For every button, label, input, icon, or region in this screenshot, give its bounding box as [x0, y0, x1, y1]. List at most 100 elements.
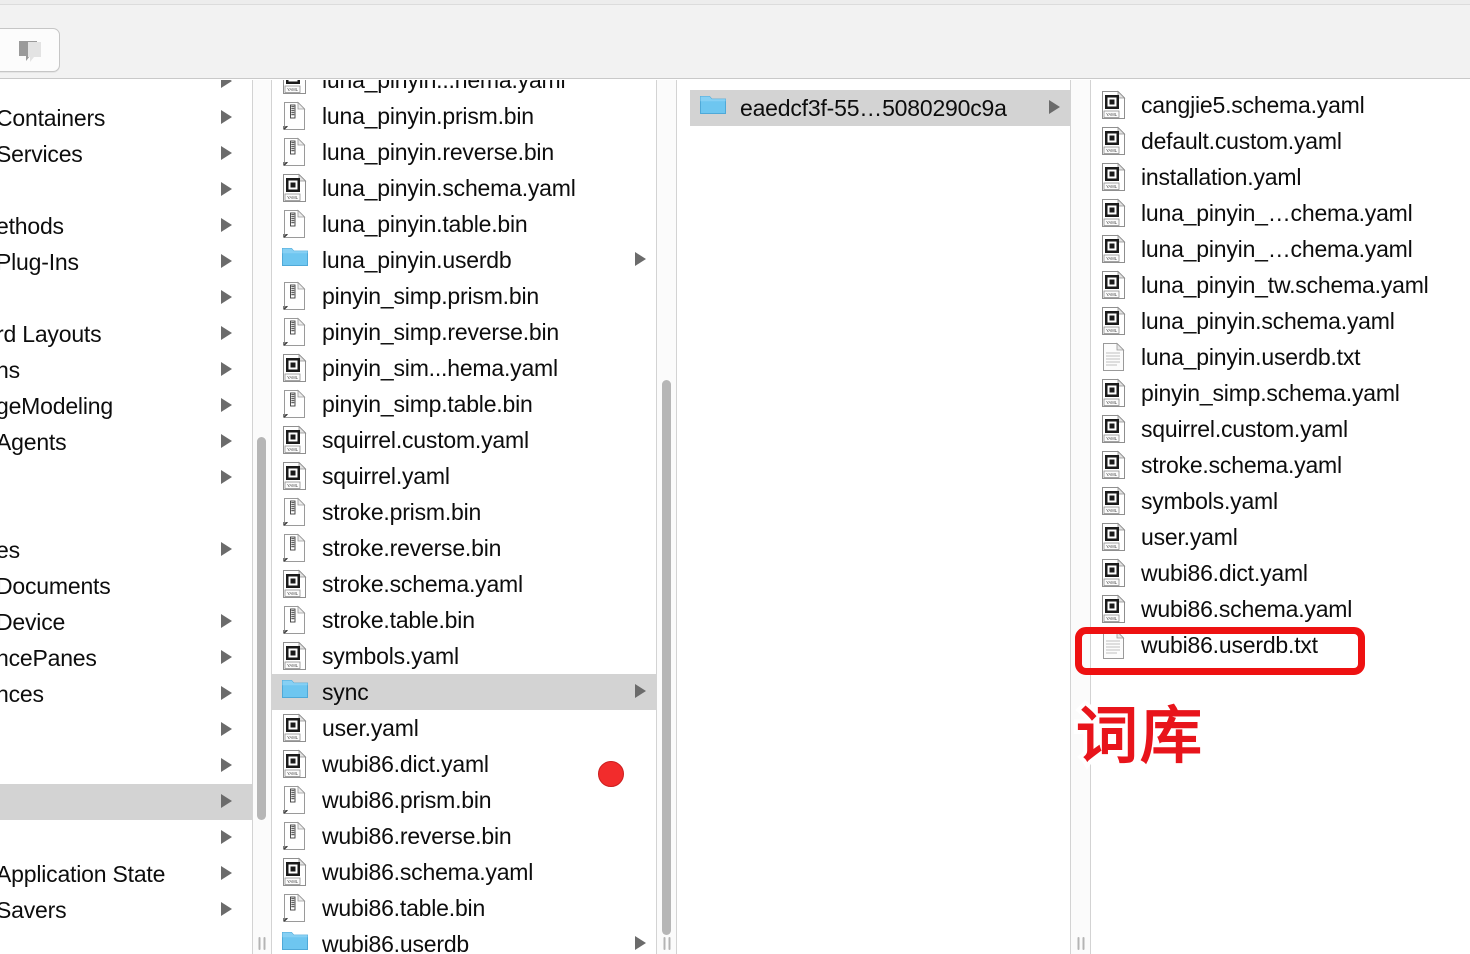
file-row[interactable]: YAML squirrel.custom.yaml: [272, 422, 656, 458]
disclosure-triangle-icon[interactable]: [221, 290, 232, 304]
sidebar-scrollbar-track[interactable]: [255, 80, 268, 954]
column-resize-grip-1[interactable]: [258, 937, 267, 950]
disclosure-triangle-icon[interactable]: [221, 722, 232, 736]
file-row[interactable]: wubi86.prism.bin: [272, 782, 656, 818]
sidebar-item[interactable]: [0, 712, 252, 748]
disclosure-triangle-icon[interactable]: [221, 830, 232, 844]
disclosure-triangle-icon[interactable]: [221, 686, 232, 700]
finder-sidebar-column[interactable]: Containers Services ethods Plug-Ins rd Layo…: [0, 80, 252, 954]
column2-scrollbar-thumb[interactable]: [662, 380, 671, 935]
disclosure-triangle-icon[interactable]: [221, 434, 232, 448]
file-row[interactable]: YAML pinyin_sim...hema.yaml: [272, 350, 656, 386]
disclosure-triangle-icon[interactable]: [221, 254, 232, 268]
sidebar-item[interactable]: [0, 80, 252, 100]
file-row[interactable]: wubi86.userdb: [272, 926, 656, 954]
column-resize-grip-3[interactable]: [1076, 937, 1085, 950]
sidebar-item[interactable]: Containers: [0, 100, 252, 136]
file-row[interactable]: wubi86.table.bin: [272, 890, 656, 926]
file-row[interactable]: eaedcf3f-55…5080290c9a: [690, 90, 1070, 126]
disclosure-triangle-icon[interactable]: [221, 542, 232, 556]
sidebar-item[interactable]: Device: [0, 604, 252, 640]
file-row[interactable]: YAML squirrel.custom.yaml: [1091, 411, 1470, 447]
rime-files-column[interactable]: YAML luna_pinyin...hema.yaml luna_pinyin.p…: [272, 80, 656, 954]
sidebar-item[interactable]: ethods: [0, 208, 252, 244]
file-row[interactable]: stroke.prism.bin: [272, 494, 656, 530]
file-row[interactable]: YAML default.custom.yaml: [1091, 123, 1470, 159]
disclosure-triangle-icon[interactable]: [635, 252, 646, 266]
sidebar-item[interactable]: Plug-Ins: [0, 244, 252, 280]
file-row[interactable]: YAML user.yaml: [1091, 519, 1470, 555]
sidebar-item[interactable]: ncePanes: [0, 640, 252, 676]
file-row[interactable]: wubi86.userdb.txt: [1091, 627, 1470, 663]
sidebar-item[interactable]: [0, 172, 252, 208]
file-row[interactable]: YAML luna_pinyin_tw.schema.yaml: [1091, 267, 1470, 303]
file-row[interactable]: pinyin_simp.table.bin: [272, 386, 656, 422]
disclosure-triangle-icon[interactable]: [221, 794, 232, 808]
sidebar-item[interactable]: rd Layouts: [0, 316, 252, 352]
disclosure-triangle-icon[interactable]: [221, 218, 232, 232]
disclosure-triangle-icon[interactable]: [221, 650, 232, 664]
disclosure-triangle-icon[interactable]: [221, 326, 232, 340]
sidebar-item[interactable]: geModeling: [0, 388, 252, 424]
sidebar-item[interactable]: [0, 748, 252, 784]
file-row[interactable]: luna_pinyin.table.bin: [272, 206, 656, 242]
file-row[interactable]: YAML luna_pinyin_…chema.yaml: [1091, 231, 1470, 267]
sidebar-item[interactable]: ns: [0, 352, 252, 388]
sync-uuid-contents-column[interactable]: YAML cangjie5.schema.yaml YAML default.cust…: [1091, 80, 1470, 954]
file-row[interactable]: YAML symbols.yaml: [1091, 483, 1470, 519]
disclosure-triangle-icon[interactable]: [221, 902, 232, 916]
file-row[interactable]: luna_pinyin.userdb: [272, 242, 656, 278]
file-row[interactable]: YAML luna_pinyin.schema.yaml: [1091, 303, 1470, 339]
file-row[interactable]: luna_pinyin.userdb.txt: [1091, 339, 1470, 375]
file-row[interactable]: YAML pinyin_simp.schema.yaml: [1091, 375, 1470, 411]
disclosure-triangle-icon[interactable]: [221, 80, 232, 88]
sidebar-scrollbar-thumb[interactable]: [257, 437, 266, 820]
file-row[interactable]: YAML symbols.yaml: [272, 638, 656, 674]
disclosure-triangle-icon[interactable]: [635, 936, 646, 950]
disclosure-triangle-icon[interactable]: [221, 146, 232, 160]
file-row[interactable]: YAML stroke.schema.yaml: [272, 566, 656, 602]
file-row[interactable]: stroke.reverse.bin: [272, 530, 656, 566]
disclosure-triangle-icon[interactable]: [221, 182, 232, 196]
disclosure-triangle-icon[interactable]: [635, 684, 646, 698]
file-row[interactable]: YAML luna_pinyin.schema.yaml: [272, 170, 656, 206]
sync-folder-column[interactable]: eaedcf3f-55…5080290c9a: [690, 80, 1070, 954]
sidebar-item[interactable]: [0, 784, 252, 820]
file-row[interactable]: YAML cangjie5.schema.yaml: [1091, 87, 1470, 123]
file-row[interactable]: luna_pinyin.reverse.bin: [272, 134, 656, 170]
view-mode-button[interactable]: [0, 28, 60, 72]
disclosure-triangle-icon[interactable]: [221, 614, 232, 628]
sidebar-item[interactable]: Services: [0, 136, 252, 172]
column-resize-grip-2[interactable]: [662, 937, 671, 950]
disclosure-triangle-icon[interactable]: [221, 758, 232, 772]
file-row[interactable]: YAML squirrel.yaml: [272, 458, 656, 494]
file-row[interactable]: wubi86.reverse.bin: [272, 818, 656, 854]
file-row[interactable]: sync: [272, 674, 656, 710]
file-row[interactable]: stroke.table.bin: [272, 602, 656, 638]
sidebar-item[interactable]: Agents: [0, 424, 252, 460]
file-row[interactable]: YAML wubi86.dict.yaml: [1091, 555, 1470, 591]
file-row[interactable]: YAML wubi86.schema.yaml: [1091, 591, 1470, 627]
sidebar-item[interactable]: Application State: [0, 856, 252, 892]
file-row[interactable]: pinyin_simp.prism.bin: [272, 278, 656, 314]
sidebar-item[interactable]: es: [0, 532, 252, 568]
sidebar-item[interactable]: Savers: [0, 892, 252, 928]
file-row[interactable]: pinyin_simp.reverse.bin: [272, 314, 656, 350]
sidebar-item[interactable]: [0, 820, 252, 856]
sidebar-item[interactable]: [0, 460, 252, 496]
column2-scrollbar-track[interactable]: [660, 80, 673, 954]
disclosure-triangle-icon[interactable]: [221, 866, 232, 880]
sidebar-item[interactable]: Documents: [0, 568, 252, 604]
sidebar-item[interactable]: [0, 280, 252, 316]
file-row[interactable]: YAML wubi86.schema.yaml: [272, 854, 656, 890]
sidebar-item[interactable]: [0, 496, 252, 532]
disclosure-triangle-icon[interactable]: [221, 362, 232, 376]
disclosure-triangle-icon[interactable]: [1049, 100, 1060, 114]
disclosure-triangle-icon[interactable]: [221, 470, 232, 484]
disclosure-triangle-icon[interactable]: [221, 398, 232, 412]
file-row[interactable]: YAML user.yaml: [272, 710, 656, 746]
disclosure-triangle-icon[interactable]: [221, 110, 232, 124]
file-row[interactable]: YAML luna_pinyin_…chema.yaml: [1091, 195, 1470, 231]
file-row[interactable]: YAML installation.yaml: [1091, 159, 1470, 195]
file-row[interactable]: luna_pinyin.prism.bin: [272, 98, 656, 134]
